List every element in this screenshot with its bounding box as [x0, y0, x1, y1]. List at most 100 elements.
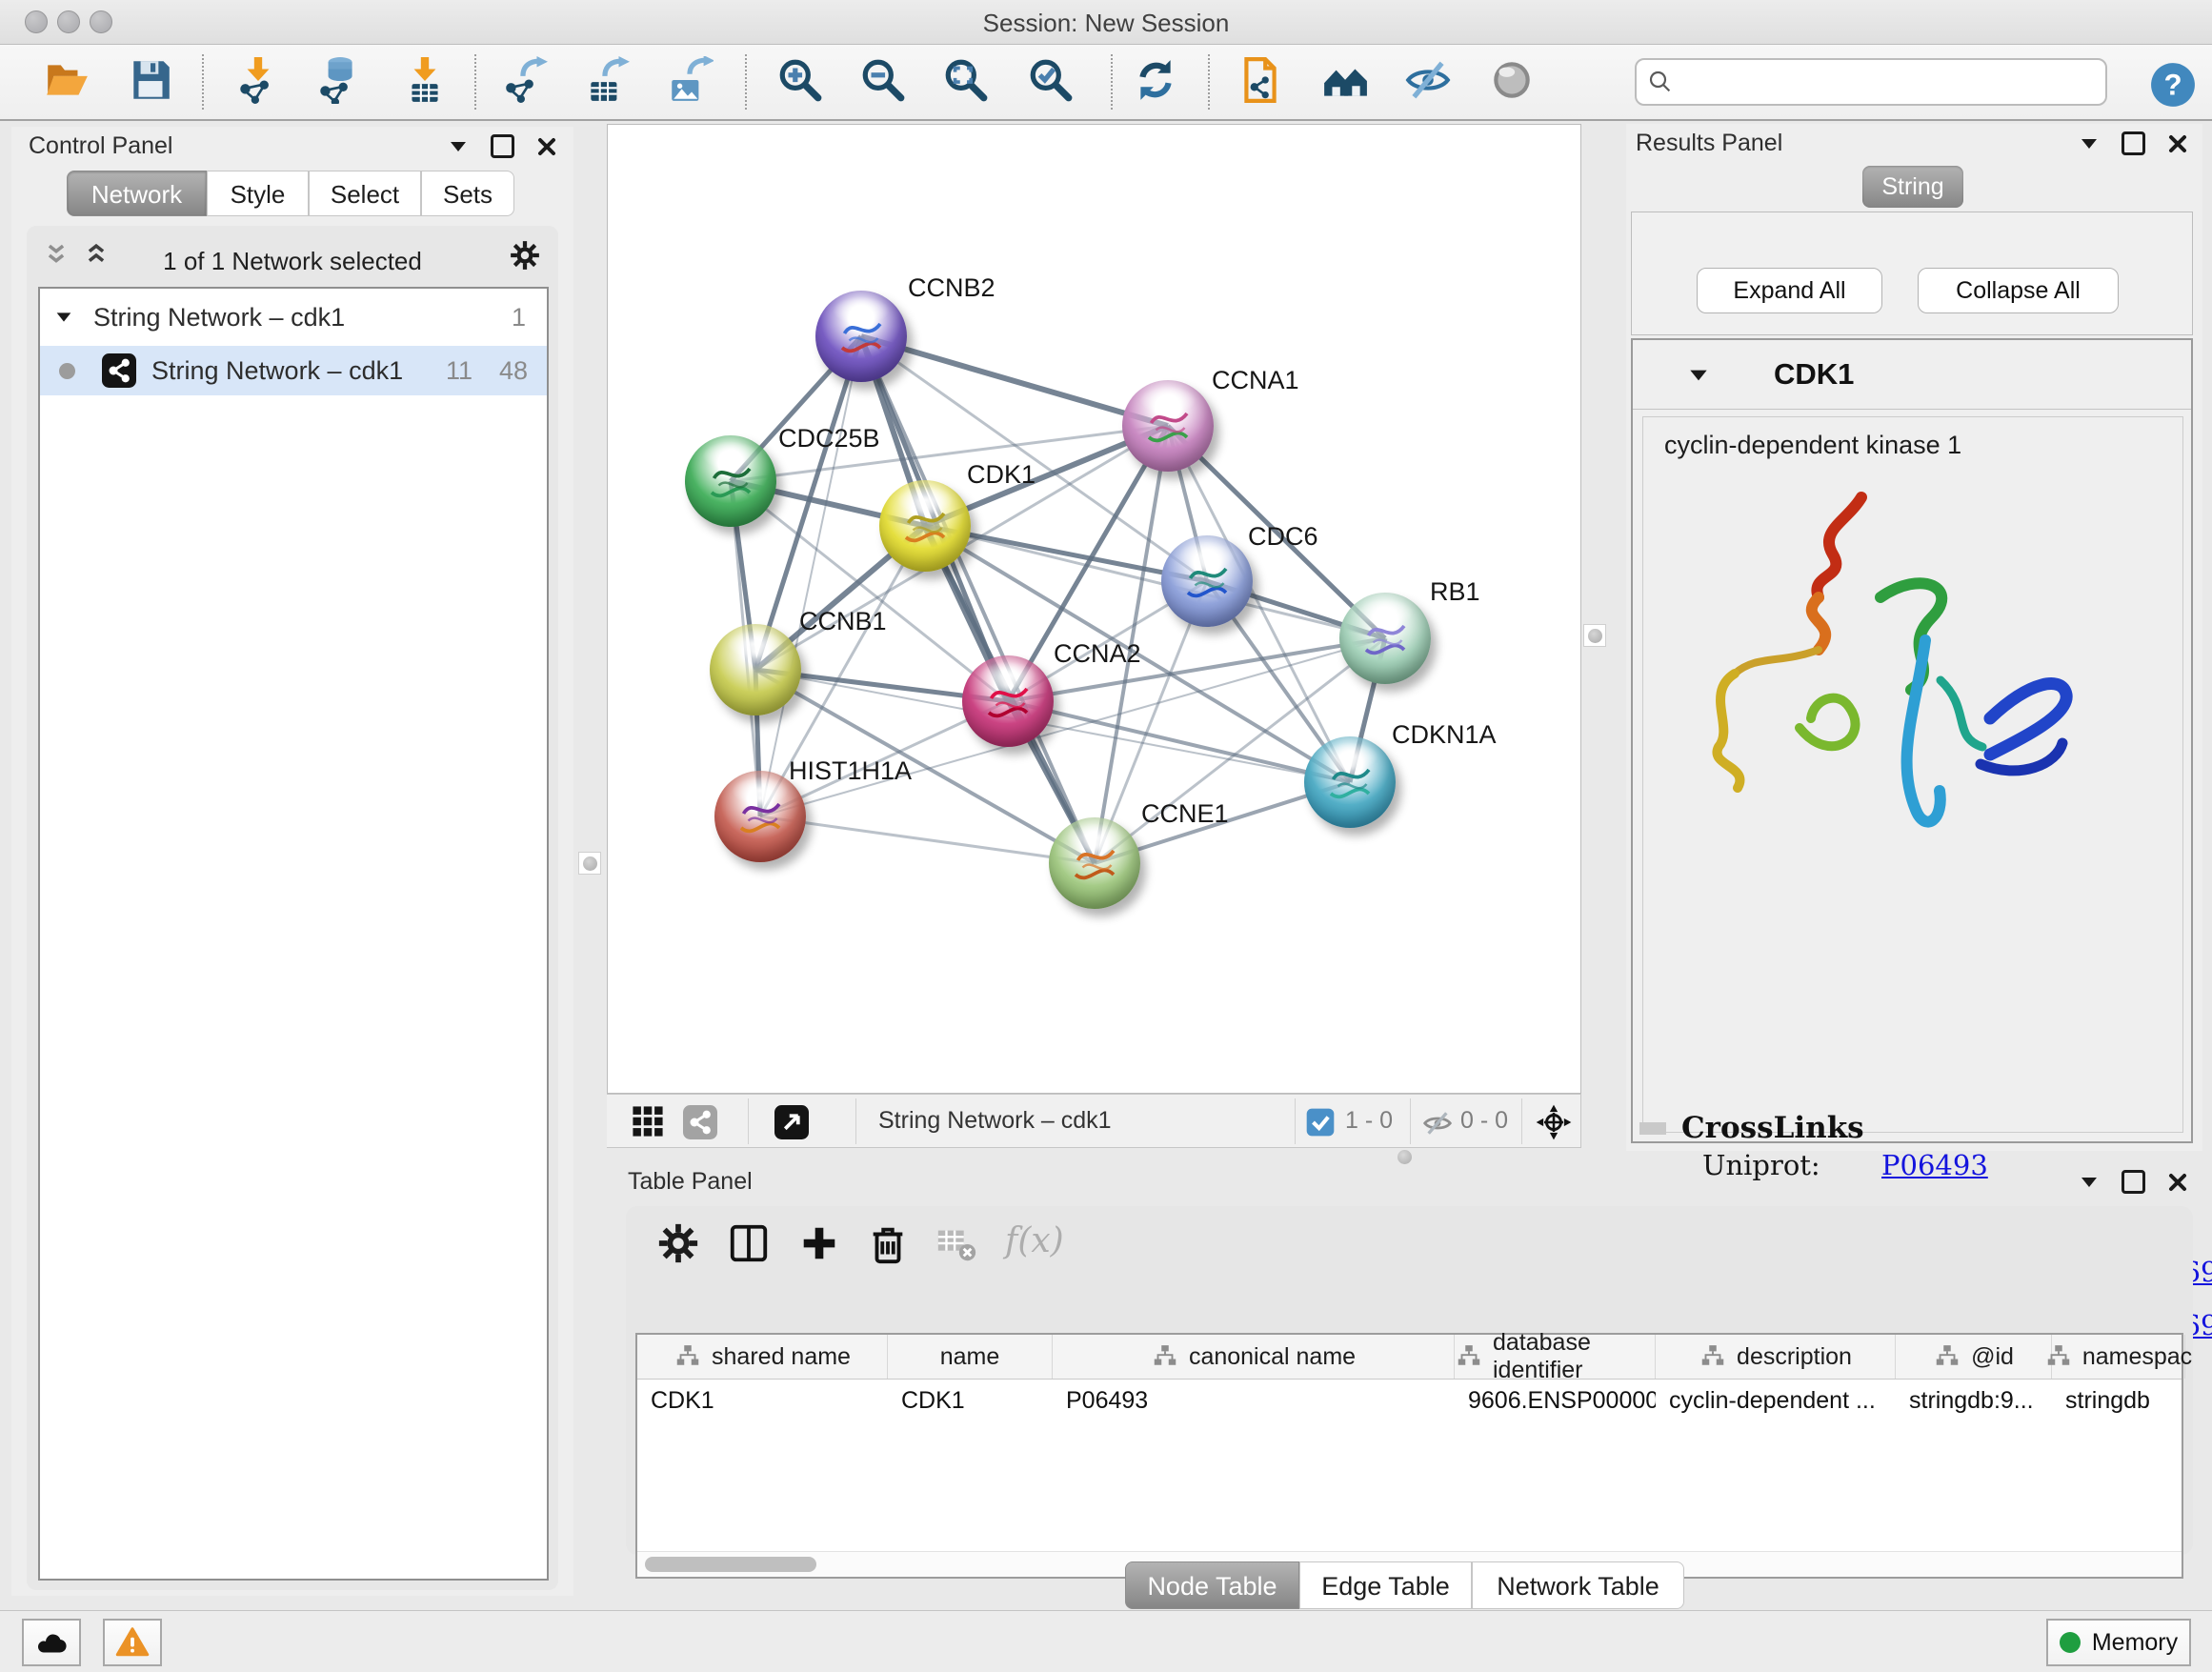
network-node-ccna1[interactable]	[1122, 380, 1214, 472]
right-splitter-handle[interactable]	[1583, 624, 1606, 647]
search-box[interactable]	[1635, 58, 2107, 106]
save-session-button[interactable]	[125, 56, 176, 108]
network-node-cdkn1a[interactable]	[1304, 736, 1396, 828]
table-container: f(x) shared namenamecanonical namedataba…	[626, 1206, 2193, 1555]
close-panel-icon[interactable]	[535, 135, 558, 158]
memory-button[interactable]: Memory	[2046, 1619, 2191, 1666]
import-network-file-button[interactable]	[232, 56, 284, 108]
table-cell[interactable]: CDK1	[637, 1379, 888, 1422]
tab-network[interactable]: Network	[67, 171, 207, 216]
table-cell[interactable]: P06493	[1053, 1379, 1455, 1422]
table-cell[interactable]: 9606.ENSP00000378699	[1455, 1379, 1656, 1422]
network-collection-row[interactable]: String Network – cdk1 1	[40, 291, 547, 344]
show-columns-icon[interactable]	[727, 1221, 773, 1267]
show-grid-icon[interactable]	[632, 1105, 664, 1142]
node-label-ccne1: CCNE1	[1141, 799, 1229, 829]
tab-sets[interactable]: Sets	[421, 171, 514, 216]
column-header-description[interactable]: description	[1656, 1335, 1896, 1379]
close-panel-icon[interactable]	[2166, 132, 2189, 155]
cdk1-section-header[interactable]: CDK1	[1633, 340, 2191, 410]
tab-network-table[interactable]: Network Table	[1472, 1561, 1684, 1609]
node-label-ccna1: CCNA1	[1212, 366, 1299, 395]
network-node-cdc6[interactable]	[1161, 535, 1253, 627]
import-network-database-button[interactable]	[312, 56, 364, 108]
zoom-selected-region-button[interactable]	[1025, 56, 1076, 108]
export-network-button[interactable]	[499, 56, 551, 108]
bottom-splitter-handle[interactable]	[1398, 1150, 1412, 1164]
expand-all-button[interactable]: Expand All	[1697, 268, 1882, 313]
column-header--id[interactable]: @id	[1896, 1335, 2052, 1379]
detach-view-icon[interactable]	[774, 1105, 809, 1144]
network-node-count: 11	[446, 356, 473, 386]
column-header-name[interactable]: name	[888, 1335, 1053, 1379]
network-node-cdc25b[interactable]	[685, 435, 776, 527]
table-cell[interactable]: stringdb	[2052, 1379, 2185, 1422]
apply-preferred-layout-button[interactable]	[1130, 56, 1181, 108]
column-label: description	[1737, 1343, 1852, 1371]
memory-label: Memory	[2092, 1629, 2178, 1657]
hidden-eye-slash-icon[interactable]	[1422, 1108, 1453, 1143]
network-canvas[interactable]: CCNB2 CCNA1 CDC25B CDK1 CDC6 RB1CCNB1 CC…	[607, 124, 1581, 1094]
selected-checkbox-icon[interactable]	[1306, 1108, 1335, 1141]
column-header-database-identifier[interactable]: database identifier	[1455, 1335, 1656, 1379]
tab-style[interactable]: Style	[207, 171, 309, 216]
column-header-canonical-name[interactable]: canonical name	[1053, 1335, 1455, 1379]
network-node-ccnb2[interactable]	[815, 291, 907, 382]
column-header-shared-name[interactable]: shared name	[637, 1335, 888, 1379]
float-panel-icon[interactable]	[2078, 132, 2101, 155]
left-splitter-handle[interactable]	[578, 852, 601, 875]
scrollbar-thumb[interactable]	[645, 1557, 816, 1572]
help-button[interactable]: ?	[2147, 59, 2199, 111]
network-node-ccne1[interactable]	[1049, 817, 1140, 909]
column-header-namespac[interactable]: namespac	[2052, 1335, 2185, 1379]
share-view-icon[interactable]	[683, 1105, 717, 1144]
open-file-button[interactable]	[41, 56, 92, 108]
zoom-in-button[interactable]	[774, 56, 826, 108]
network-node-ccnb1[interactable]	[710, 624, 801, 715]
export-table-button[interactable]	[581, 56, 633, 108]
collapse-all-button[interactable]: Collapse All	[1918, 268, 2119, 313]
tab-select[interactable]: Select	[309, 171, 421, 216]
network-options-gear-icon[interactable]	[509, 239, 541, 276]
import-table-file-button[interactable]	[399, 56, 451, 108]
search-icon	[1646, 68, 1675, 96]
network-node-rb1[interactable]	[1339, 593, 1431, 684]
save-icon	[127, 56, 174, 109]
delete-column-trash-icon[interactable]	[866, 1221, 912, 1267]
fit-selected-crosshair-icon[interactable]	[1535, 1103, 1573, 1146]
network-node-ccna2[interactable]	[962, 655, 1054, 747]
tab-string[interactable]: String	[1862, 166, 1963, 208]
column-label: @id	[1971, 1343, 2014, 1371]
float-panel-icon[interactable]	[447, 135, 470, 158]
maximize-panel-icon[interactable]	[2122, 131, 2145, 155]
create-column-plus-icon[interactable]	[797, 1221, 843, 1267]
node-table[interactable]: shared namenamecanonical namedatabase id…	[635, 1333, 2183, 1579]
zoom-fit-content-button[interactable]	[940, 56, 992, 108]
table-cell[interactable]: stringdb:9...	[1896, 1379, 2052, 1422]
zoom-out-button[interactable]	[857, 56, 909, 108]
table-cell[interactable]: CDK1	[888, 1379, 1053, 1422]
close-panel-icon[interactable]	[2166, 1171, 2189, 1194]
collection-count: 1	[512, 303, 526, 332]
table-options-gear-icon[interactable]	[656, 1221, 702, 1267]
tab-edge-table[interactable]: Edge Table	[1299, 1561, 1472, 1609]
hide-unhide-selected-button[interactable]	[1402, 56, 1454, 108]
open-file-icon	[43, 56, 90, 109]
warnings-button[interactable]	[103, 1619, 162, 1666]
highlight-selected-button[interactable]	[1486, 56, 1538, 108]
tab-node-table[interactable]: Node Table	[1125, 1561, 1299, 1609]
network-node-cdk1[interactable]	[879, 480, 971, 572]
section-expander-icon[interactable]	[1686, 363, 1711, 388]
table-cell[interactable]: cyclin-dependent ...	[1656, 1379, 1896, 1422]
share-session-file-button[interactable]	[1235, 56, 1286, 108]
show-network-overview-button[interactable]	[1319, 56, 1371, 108]
maximize-panel-icon[interactable]	[2122, 1170, 2145, 1194]
network-row-selected[interactable]: String Network – cdk1 11 48	[40, 346, 547, 395]
search-input[interactable]	[1675, 68, 2079, 96]
float-panel-icon[interactable]	[2078, 1171, 2101, 1194]
cloud-session-button[interactable]	[22, 1619, 81, 1666]
maximize-panel-icon[interactable]	[491, 134, 514, 158]
results-scrollbar-stub[interactable]	[1639, 1122, 1666, 1135]
export-image-button[interactable]	[664, 56, 715, 108]
collection-expander-icon[interactable]	[53, 307, 74, 328]
